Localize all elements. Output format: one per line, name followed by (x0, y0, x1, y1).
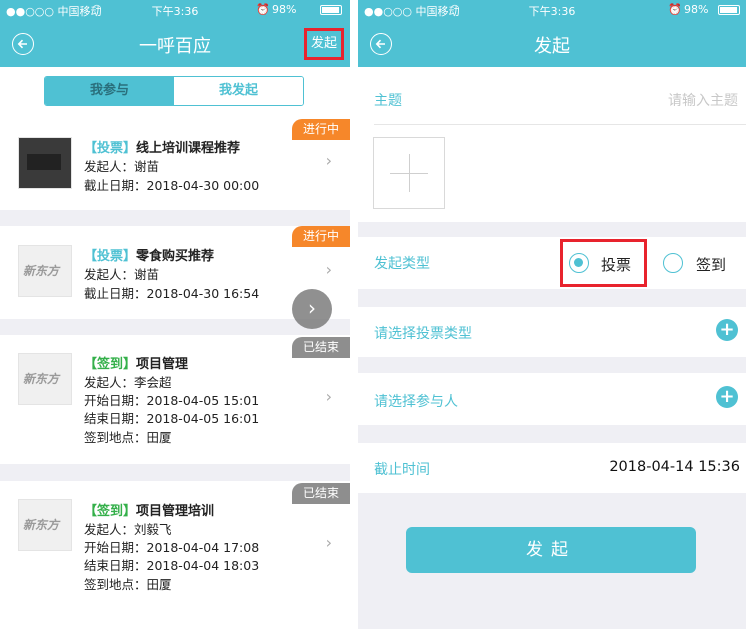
list-item[interactable]: 新东方 【签到】项目管理培训 发起人：刘毅飞 开始日期：2018-04-04 1… (0, 481, 350, 629)
participants-label: 请选择参与人 (374, 394, 458, 410)
battery-icon (718, 5, 740, 15)
status-badge: 已结束 (292, 337, 350, 358)
item-end-date: 结束日期：2018-04-05 16:01 (84, 411, 260, 426)
item-type-tag: 【签到】 (84, 504, 137, 519)
item-title-text: 线上培训课程推荐 (136, 141, 241, 156)
tab-participated[interactable]: 我参与 (45, 77, 174, 105)
deadline-value[interactable]: 2018-04-14 15:36 (609, 459, 740, 475)
alarm-icon: ⏰ (256, 3, 270, 16)
segmented-control: 我参与 我发起 (44, 76, 304, 106)
item-type-tag: 【投票】 (84, 141, 137, 156)
status-bar: ●●○○○ 中国移动 ◠ 下午3:36 ⏰ 98% (0, 0, 350, 20)
radio-signin[interactable]: 签到 (658, 239, 738, 287)
alarm-icon: ⏰ (668, 3, 682, 16)
item-deadline: 截止日期：2018-04-30 00:00 (84, 178, 260, 193)
item-location: 签到地点：田厦 (84, 430, 172, 445)
item-start-date: 开始日期：2018-04-04 17:08 (84, 540, 260, 555)
chevron-right-icon: › (325, 151, 332, 170)
item-type-tag: 【签到】 (84, 357, 137, 372)
item-deadline: 截止日期：2018-04-30 16:54 (84, 286, 260, 301)
status-badge: 进行中 (292, 226, 350, 247)
brand-logo: 新东方 (23, 264, 60, 278)
status-badge: 已结束 (292, 483, 350, 504)
item-title-text: 项目管理 (136, 357, 189, 372)
radio-signin-indicator (663, 253, 683, 273)
radio-vote-indicator (569, 253, 589, 273)
radio-vote-label: 投票 (601, 256, 632, 274)
item-initiator: 发起人：李会超 (84, 375, 172, 390)
chevron-right-icon: › (325, 533, 332, 552)
item-title: 【投票】线上培训课程推荐 (84, 137, 240, 156)
item-title: 【签到】项目管理 (84, 353, 188, 372)
add-image-button[interactable] (373, 137, 445, 209)
screenshot-pair: ●●○○○ 中国移动 ◠ 下午3:36 ⏰ 98% 一呼百应 发起 我参与 我发… (0, 0, 746, 629)
add-vote-type-icon[interactable]: + (716, 319, 738, 341)
item-thumbnail: 新东方 (18, 245, 72, 297)
item-thumbnail: 新东方 (18, 499, 72, 551)
vote-type-label: 请选择投票类型 (374, 326, 472, 342)
item-title: 【投票】零食购买推荐 (84, 245, 214, 264)
radio-signin-label: 签到 (696, 256, 727, 274)
type-row: 发起类型 投票 签到 (358, 237, 746, 289)
chevron-right-icon: › (325, 387, 332, 406)
brand-logo: 新东方 (23, 518, 60, 532)
add-participant-icon[interactable]: + (716, 386, 738, 408)
floating-next-button[interactable]: › (292, 289, 332, 329)
vote-type-row[interactable]: 请选择投票类型 + (358, 307, 746, 357)
item-title: 【签到】项目管理培训 (84, 500, 214, 519)
participants-row[interactable]: 请选择参与人 + (358, 373, 746, 425)
item-thumbnail: 新东方 (18, 353, 72, 405)
brand-logo: 新东方 (23, 372, 60, 386)
form-screen: ●●○○○ 中国移动 ◠ 下午3:36 ⏰ 98% 发起 主题 请输入主题 发起… (358, 0, 746, 629)
list-screen: ●●○○○ 中国移动 ◠ 下午3:36 ⏰ 98% 一呼百应 发起 我参与 我发… (0, 0, 350, 629)
item-initiator: 发起人：刘毅飞 (84, 522, 172, 537)
item-end-date: 结束日期：2018-04-04 18:03 (84, 558, 260, 573)
tab-bar: 我参与 我发起 (0, 67, 350, 117)
battery-icon (320, 5, 342, 15)
item-title-text: 项目管理培训 (136, 504, 215, 519)
radio-vote[interactable]: 投票 (560, 239, 647, 287)
battery-percent: 98% (272, 3, 297, 16)
clock: 下午3:36 (151, 5, 199, 18)
tab-initiated[interactable]: 我发起 (174, 77, 303, 105)
list-item[interactable]: 新东方 【签到】项目管理 发起人：李会超 开始日期：2018-04-05 15:… (0, 335, 350, 464)
subject-input[interactable]: 请输入主题 (668, 90, 738, 110)
deadline-label: 截止时间 (374, 462, 430, 478)
subject-label: 主题 (374, 93, 402, 109)
item-type-tag: 【投票】 (84, 249, 137, 264)
page-title: 一呼百应 (139, 36, 211, 57)
status-bar: ●●○○○ 中国移动 ◠ 下午3:36 ⏰ 98% (358, 0, 746, 20)
item-initiator: 发起人：谢苗 (84, 267, 160, 282)
chevron-right-icon: › (325, 260, 332, 279)
item-title-text: 零食购买推荐 (136, 249, 215, 264)
item-start-date: 开始日期：2018-04-05 15:01 (84, 393, 260, 408)
divider (374, 124, 746, 125)
list-item[interactable]: 【投票】线上培训课程推荐 发起人：谢苗 截止日期：2018-04-30 00:0… (0, 117, 350, 210)
page-title: 发起 (534, 36, 570, 57)
battery-percent: 98% (684, 3, 709, 16)
create-button[interactable]: 发起 (304, 28, 344, 60)
nav-bar: 一呼百应 发起 (0, 20, 350, 67)
type-label: 发起类型 (374, 256, 430, 272)
item-initiator: 发起人：谢苗 (84, 159, 160, 174)
deadline-row[interactable]: 截止时间 2018-04-14 15:36 (358, 443, 746, 493)
submit-button[interactable]: 发起 (406, 527, 696, 573)
nav-bar: 发起 (358, 20, 746, 67)
item-location: 签到地点：田厦 (84, 577, 172, 592)
status-badge: 进行中 (292, 119, 350, 140)
item-thumbnail (18, 137, 72, 189)
